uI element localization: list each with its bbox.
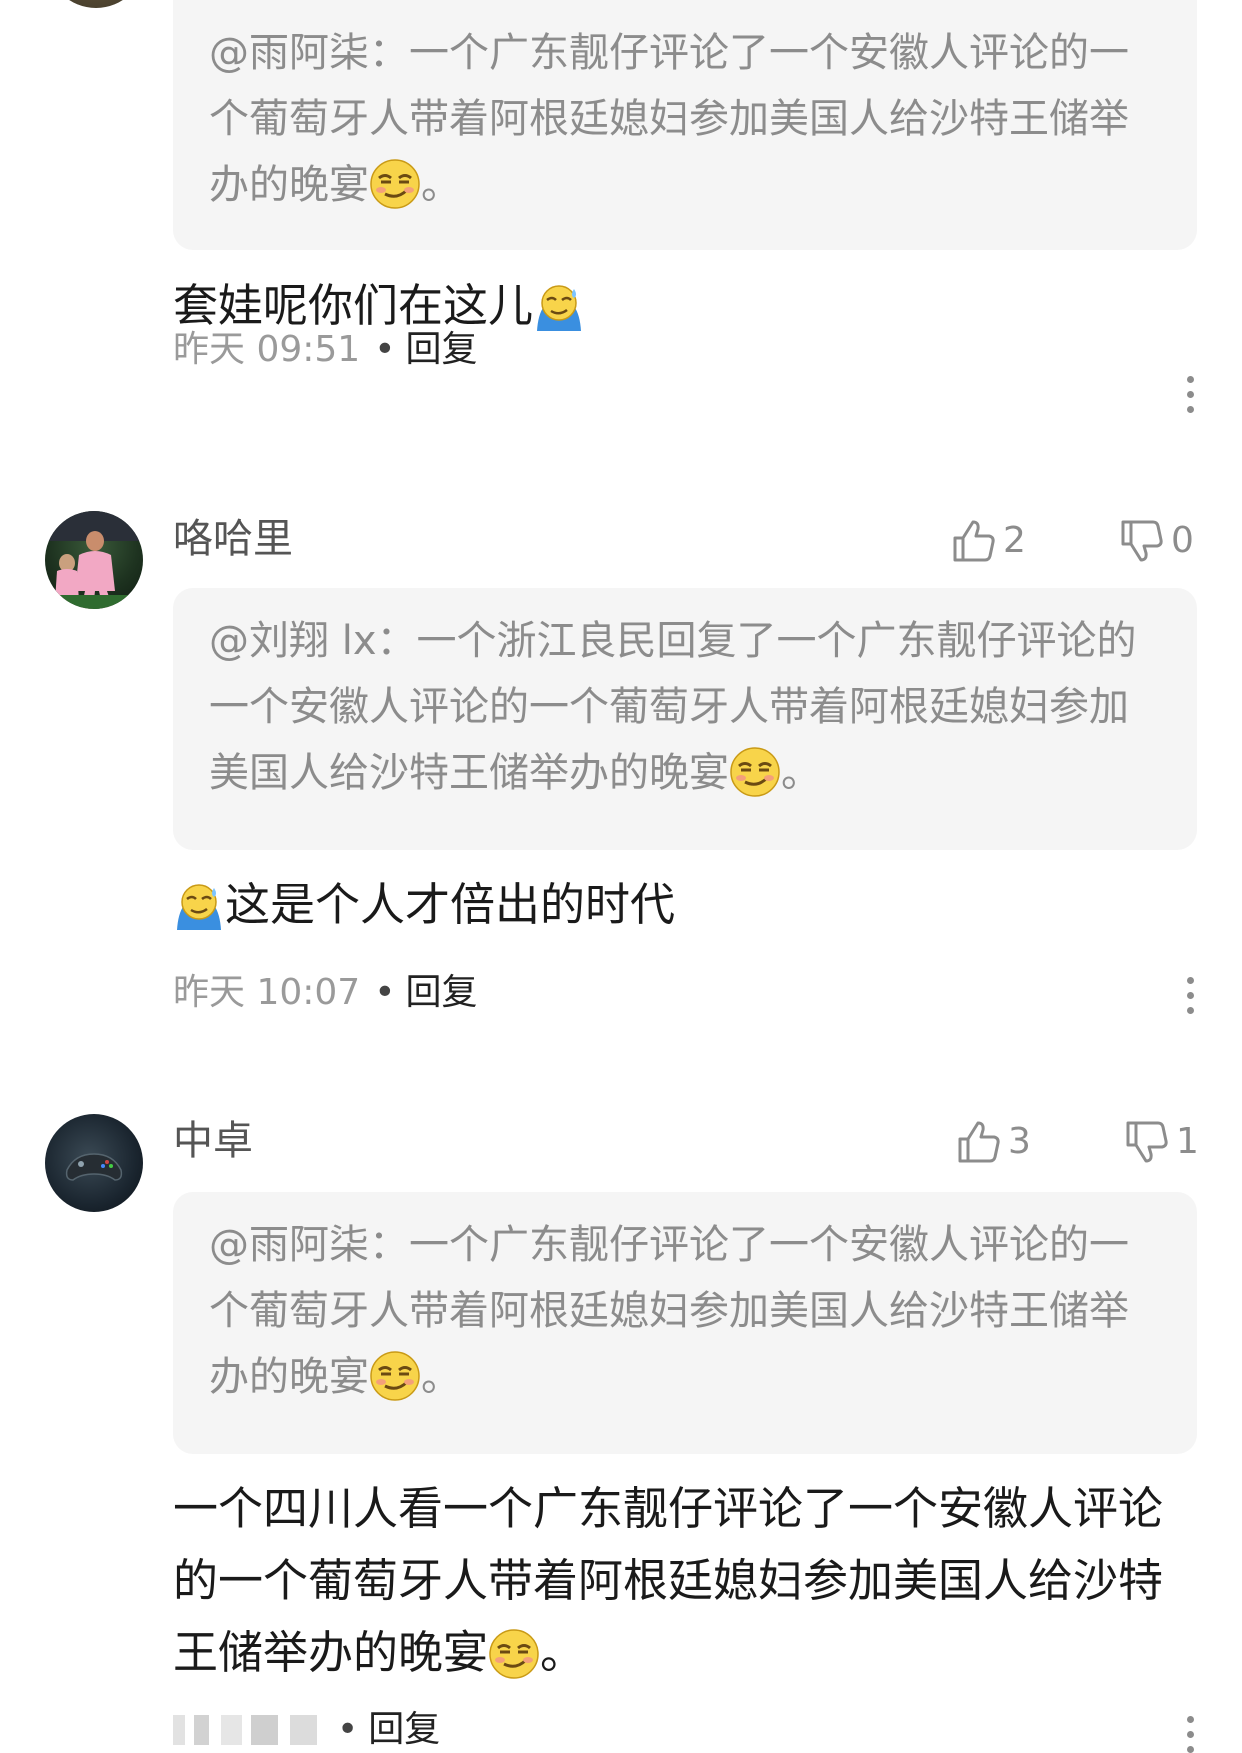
reply-button[interactable]: 回复 [368,1709,440,1750]
dislike-button[interactable]: 0 [1119,518,1194,564]
thumbs-down-icon [1119,518,1165,564]
sweat-emoji [173,880,225,932]
smirk-emoji [488,1628,540,1680]
sweat-emoji [533,281,585,333]
thumbs-up-icon [951,518,997,564]
comment-meta: • 回复 [173,1712,440,1748]
avatar[interactable] [45,511,143,609]
reply-button[interactable]: 回复 [405,329,477,370]
quote-mention[interactable]: @雨阿柒 [209,1222,369,1268]
thumbs-down-icon [1124,1119,1170,1165]
thumbs-up-icon [956,1119,1002,1165]
quote-mention[interactable]: @刘翔 lx [209,618,377,664]
like-count: 2 [1003,520,1026,561]
comment-text: 一个四川人看一个广东靓仔评论了一个安徽人评论的一个葡萄牙人带着阿根廷媳妇参加美国… [173,1482,1164,1680]
more-vertical-icon[interactable] [1187,376,1195,413]
like-button[interactable]: 3 [956,1119,1031,1165]
smirk-emoji [369,1350,421,1402]
like-button[interactable]: 2 [951,518,1026,564]
more-vertical-icon[interactable] [1187,977,1195,1014]
avatar[interactable] [47,0,145,8]
dislike-count: 1 [1176,1121,1199,1162]
username[interactable]: 咯哈里 [173,519,293,559]
quote-mention[interactable]: @雨阿柒 [209,30,369,76]
dislike-count: 0 [1171,520,1194,561]
timestamp: 昨天 10:07 [173,972,361,1013]
smirk-emoji [729,746,781,798]
quoted-comment[interactable]: @雨阿柒：一个广东靓仔评论了一个安徽人评论的一个葡萄牙人带着阿根廷媳妇参加美国人… [173,0,1197,250]
reply-button[interactable]: 回复 [405,972,477,1013]
dislike-button[interactable]: 1 [1124,1119,1199,1165]
timestamp: 昨天 09:51 [173,329,361,370]
quoted-comment[interactable]: @雨阿柒：一个广东靓仔评论了一个安徽人评论的一个葡萄牙人带着阿根廷媳妇参加美国人… [173,1192,1197,1454]
quoted-comment[interactable]: @刘翔 lx：一个浙江良民回复了一个广东靓仔评论的一个安徽人评论的一个葡萄牙人带… [173,588,1197,850]
more-vertical-icon[interactable] [1187,1716,1195,1753]
timestamp [173,1715,323,1745]
comment-text: 这是个人才倍出的时代 [173,869,1173,941]
comment-meta: 昨天 09:51 • 回复 [173,329,478,370]
avatar[interactable] [45,1114,143,1212]
comment-meta: 昨天 10:07 • 回复 [173,972,478,1013]
like-count: 3 [1008,1121,1031,1162]
username[interactable]: 中卓 [173,1121,253,1161]
smirk-emoji [369,158,421,210]
